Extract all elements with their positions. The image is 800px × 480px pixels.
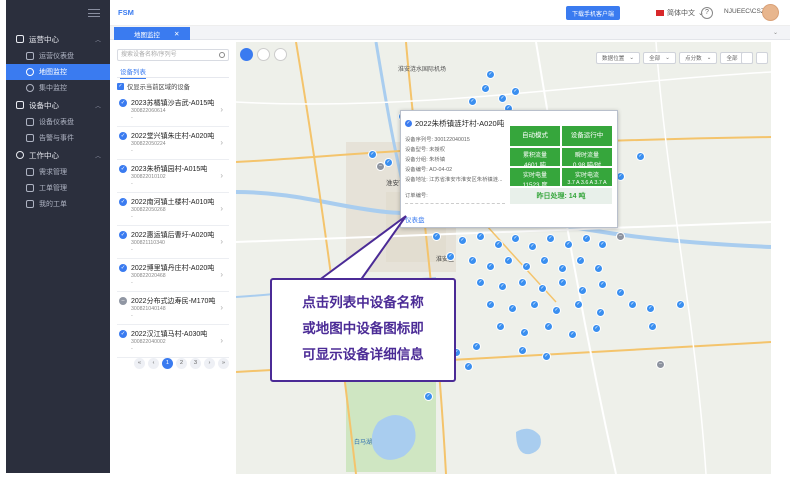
callout-line: 可显示设备详细信息 <box>302 347 424 363</box>
callout-line: 点击列表中设备名称 <box>302 295 424 311</box>
instruction-callout: 点击列表中设备名称 或地图中设备图标即 可显示设备详细信息 <box>270 278 456 382</box>
callout-pointer <box>314 215 407 282</box>
callout-line: 或地图中设备图标即 <box>302 321 424 337</box>
